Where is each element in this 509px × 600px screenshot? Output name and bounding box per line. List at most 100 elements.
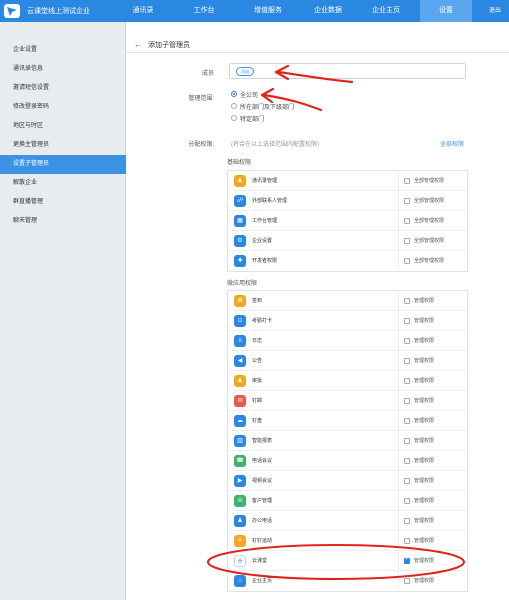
micro-app-permission-label: 管理权限 [414, 298, 435, 304]
column-divider [398, 351, 399, 370]
sidebar-item-change-password[interactable]: 修改登录密码 [0, 98, 126, 117]
member-field[interactable]: 添加 [229, 63, 466, 79]
micro-app-permission-label: 管理权限 [414, 398, 435, 404]
micro-app-permission-checkbox[interactable] [404, 298, 410, 304]
micro-app-row: ✿ 签到 管理权限 [228, 291, 467, 311]
micro-app-permission-checkbox[interactable] [404, 338, 410, 344]
micro-app-permission-checkbox[interactable] [404, 518, 410, 524]
column-divider [398, 511, 399, 530]
radio-icon[interactable] [231, 115, 237, 122]
sidebar-item-sub-admin[interactable]: 设置子管理员 [0, 155, 126, 174]
column-divider [398, 431, 399, 450]
sidebar: 企业设置 通讯录信息 邀请短信设置 修改登录密码 地区与时区 更换主管理员 设置… [0, 22, 126, 600]
scope-option-label: 所在部门及下级部门 [240, 105, 295, 111]
nav-workbench[interactable]: 工作台 [180, 0, 228, 22]
micro-app-permission-checkbox[interactable] [404, 378, 410, 384]
micro-app-permission-checkbox[interactable] [404, 458, 410, 464]
basic-permission-checkbox[interactable] [404, 218, 410, 224]
micro-app-permission-checkbox[interactable] [404, 538, 410, 544]
radio-icon[interactable] [231, 103, 237, 110]
nav-enterprise-data[interactable]: 企业数据 [300, 0, 356, 22]
scope-option-department[interactable]: 所在部门及下级部门 [231, 103, 295, 113]
column-divider [398, 331, 399, 350]
micro-app-permission-checkbox[interactable] [404, 498, 410, 504]
office-phone-icon: ♟ [234, 515, 246, 527]
column-divider [398, 251, 399, 270]
sidebar-item-enterprise-settings[interactable]: 企业设置 [0, 41, 126, 60]
micro-app-row-label: 考勤打卡 [252, 318, 273, 324]
basic-row: ✚ 开发者权限 全部管理权限 [228, 251, 467, 271]
micro-app-row-label: 办公电话 [252, 518, 273, 524]
micro-app-permission-label: 管理权限 [414, 518, 435, 524]
sidebar-item-live-management[interactable]: 群直播管理 [0, 193, 126, 212]
basic-permission-label: 全部管理权限 [414, 178, 445, 184]
micro-app-permissions-title: 微应用权限 [227, 281, 258, 287]
basic-permission-checkbox[interactable] [404, 258, 410, 264]
nav-value-added[interactable]: 增值服务 [240, 0, 296, 22]
micro-app-permission-checkbox[interactable] [404, 318, 410, 324]
micro-app-permissions-table: ✿ 签到 管理权限 ⊙ 考勤打卡 管理权限 ≡ 日志 管理权限 ◀ 公告 管理权限 ♟ 审批 管理权限 ✉ 钉邮… [227, 290, 468, 592]
column-divider [398, 191, 399, 210]
basic-permission-checkbox[interactable] [404, 178, 410, 184]
basic-row-label: 工作台管理 [252, 218, 278, 224]
micro-app-permission-checkbox[interactable] [404, 418, 410, 424]
nav-homepage[interactable]: 企业主页 [360, 0, 412, 22]
checkin-icon: ✿ [234, 295, 246, 307]
basic-permission-checkbox[interactable] [404, 238, 410, 244]
workbench-icon: ▦ [234, 215, 246, 227]
sidebar-item-contacts-info[interactable]: 通讯录信息 [0, 60, 126, 79]
permissions-label: 分配权限: [188, 142, 214, 148]
nav-contacts[interactable]: 通讯录 [119, 0, 167, 22]
page-title: 添加子管理员 [148, 42, 190, 49]
logout-link[interactable]: 退出 [489, 0, 501, 22]
micro-app-permission-checkbox[interactable] [404, 438, 410, 444]
add-member-button[interactable]: 添加 [236, 67, 254, 76]
micro-app-row: ⌂ 企业主页 管理权限 [228, 571, 467, 591]
micro-app-permission-checkbox[interactable] [404, 478, 410, 484]
select-all-permissions-link[interactable]: 全部权限 [440, 139, 464, 148]
column-divider [398, 491, 399, 510]
sidebar-item-chat-management[interactable]: 聊天管理 [0, 212, 126, 231]
micro-app-permission-checkbox[interactable] [404, 556, 410, 564]
scope-option-label: 特定部门 [240, 117, 265, 123]
column-divider [398, 471, 399, 490]
micro-app-permission-checkbox[interactable] [404, 398, 410, 404]
developer-icon: ✚ [234, 255, 246, 267]
micro-app-row: ≡ 日志 管理权限 [228, 331, 467, 351]
micro-app-permission-label: 管理权限 [414, 558, 435, 564]
micro-app-permission-checkbox[interactable] [404, 578, 410, 584]
column-divider [398, 571, 399, 590]
micro-app-row-label: 签到 [252, 298, 263, 304]
sports-icon: ✦ [234, 535, 246, 547]
column-divider [398, 231, 399, 250]
sidebar-item-dissolve[interactable]: 解散企业 [0, 174, 126, 193]
micro-app-permission-label: 管理权限 [414, 338, 435, 344]
micro-app-row: ⊙ 考勤打卡 管理权限 [228, 311, 467, 331]
back-arrow-icon[interactable]: ← [134, 40, 142, 49]
micro-app-row-label: 电话会议 [252, 458, 273, 464]
micro-app-permission-label: 管理权限 [414, 438, 435, 444]
scope-option-specific[interactable]: 特定部门 [231, 115, 265, 125]
basic-permission-checkbox[interactable] [404, 198, 410, 204]
basic-permissions-title: 基础权限 [227, 160, 252, 166]
sidebar-item-change-admin[interactable]: 更换主管理员 [0, 136, 126, 155]
micro-app-permission-label: 管理权限 [414, 318, 435, 324]
column-divider [398, 531, 399, 550]
sidebar-item-region-timezone[interactable]: 地区与时区 [0, 117, 126, 136]
micro-app-permission-label: 管理权限 [414, 358, 435, 364]
company-homepage-icon: ⌂ [234, 575, 246, 587]
scope-option-company[interactable]: 全公司 [231, 91, 258, 101]
micro-app-permission-checkbox[interactable] [404, 358, 410, 364]
radio-selected-icon[interactable] [231, 91, 237, 98]
micro-app-row-label: 企业主页 [252, 578, 273, 584]
log-icon: ≡ [234, 335, 246, 347]
sidebar-item-invite-sms[interactable]: 邀请短信设置 [0, 79, 126, 98]
micro-app-row: ▥ 智能报表 管理权限 [228, 431, 467, 451]
member-label: 成员 [201, 71, 214, 77]
header-divider [126, 52, 509, 53]
nav-settings[interactable]: 设置 [420, 0, 472, 22]
micro-app-permission-label: 管理权限 [414, 378, 435, 384]
column-divider [398, 391, 399, 410]
micro-app-row: ✢ 云课堂 管理权限 [228, 551, 467, 571]
basic-permission-label: 全部管理权限 [414, 238, 445, 244]
